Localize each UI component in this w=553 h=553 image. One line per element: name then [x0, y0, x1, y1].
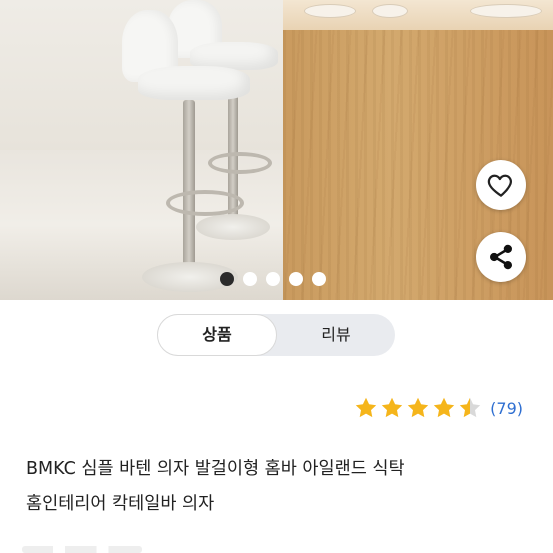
product-title-line: BMKC 심플 바텐 의자 발걸이형 홈바 아일랜드 식탁: [26, 459, 405, 479]
product-title: BMKC 심플 바텐 의자 발걸이형 홈바 아일랜드 식탁 홈인테리어 칵테일바…: [26, 452, 536, 522]
share-button[interactable]: [476, 232, 526, 282]
stool-footrest: [166, 190, 244, 216]
star-half-icon: [459, 397, 481, 418]
plate: [304, 4, 356, 18]
tab-review[interactable]: 리뷰: [277, 314, 395, 356]
stool-base: [196, 214, 270, 240]
product-tab-switch: 상품 리뷰: [157, 314, 395, 356]
star-full-icon: [355, 397, 377, 418]
plate: [470, 4, 542, 18]
stool-footrest: [208, 152, 272, 174]
rating-summary[interactable]: (79): [354, 396, 523, 420]
star-full-icon: [407, 397, 429, 418]
pagination-dot[interactable]: [289, 272, 303, 286]
star-full-icon: [433, 397, 455, 418]
tab-product[interactable]: 상품: [157, 314, 277, 356]
product-image-gallery[interactable]: [0, 0, 553, 300]
plate: [372, 4, 408, 18]
pagination-dot[interactable]: [243, 272, 257, 286]
pagination-dot[interactable]: [266, 272, 280, 286]
wishlist-button[interactable]: [476, 160, 526, 210]
heart-icon: [487, 174, 512, 197]
share-icon: [490, 244, 512, 270]
gallery-pagination: [220, 272, 326, 286]
stool-seat: [138, 66, 250, 100]
star-full-icon: [381, 397, 403, 418]
pagination-dot[interactable]: [312, 272, 326, 286]
pagination-dot-active[interactable]: [220, 272, 234, 286]
stool-pole: [183, 100, 195, 272]
product-title-line: 홈인테리어 칵테일바 의자: [26, 494, 215, 514]
review-count-link[interactable]: (79): [490, 399, 523, 418]
cut-off-content: [22, 546, 142, 553]
